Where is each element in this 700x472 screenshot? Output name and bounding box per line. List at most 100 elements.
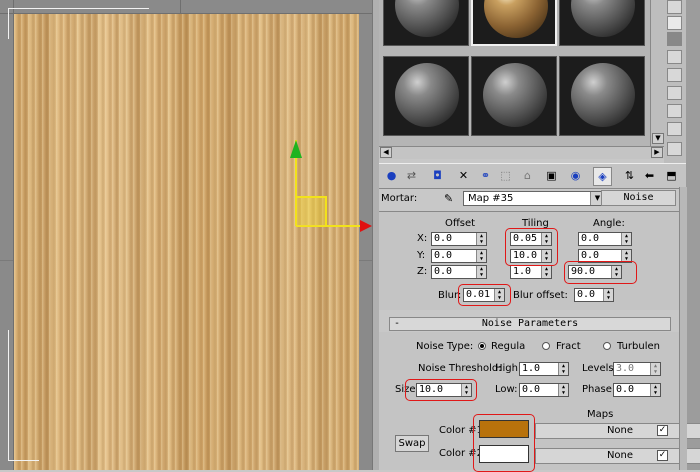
spinner-arrows-icon[interactable]: ▲ ▼ xyxy=(603,289,613,301)
spinner-arrows-icon[interactable]: ▲ ▼ xyxy=(650,384,660,396)
high-spinner[interactable]: 1.0 ▲ ▼ xyxy=(519,362,569,376)
noise-parameters-rollout[interactable]: - Noise Parameters xyxy=(389,317,671,331)
offset-header: Offset xyxy=(445,218,476,229)
sphere-icon xyxy=(395,0,459,37)
backlight-icon[interactable] xyxy=(667,16,682,30)
tiling-xy-highlight xyxy=(505,228,558,266)
material-slot-1[interactable] xyxy=(383,0,469,46)
material-slot-4[interactable] xyxy=(383,56,469,136)
sphere-icon xyxy=(483,63,547,127)
x-label: X: xyxy=(417,233,428,244)
map-type-button[interactable]: Noise xyxy=(601,190,676,206)
spinner-arrows-icon[interactable]: ▲ ▼ xyxy=(476,233,486,245)
material-slot-6[interactable] xyxy=(559,56,645,136)
make-unique-icon[interactable]: ⬚ xyxy=(497,167,514,184)
put-to-library-icon[interactable]: ⌂ xyxy=(519,167,536,184)
tiling-z-spinner[interactable]: 1.0 ▲ ▼ xyxy=(510,265,552,279)
go-to-parent-icon[interactable]: ⇅ xyxy=(621,167,638,184)
gizmo-xy-plane[interactable] xyxy=(297,196,327,226)
material-navigator-icon[interactable] xyxy=(667,142,682,156)
high-label: High: xyxy=(495,363,522,374)
blur-offset-label: Blur offset: xyxy=(513,290,568,301)
levels-value: 3.0 xyxy=(616,363,635,374)
swap-button[interactable]: Swap xyxy=(395,435,429,452)
spinner-arrows-icon[interactable]: ▲ ▼ xyxy=(541,266,551,278)
noise-threshold-label: Noise Threshold: xyxy=(418,363,502,374)
assign-material-icon[interactable]: ◘ xyxy=(429,167,446,184)
sphere-icon xyxy=(571,63,635,127)
material-slots xyxy=(379,0,655,146)
noise-type-fractal-label: Fract xyxy=(556,341,581,352)
noise-type-regular-label: Regula xyxy=(491,341,526,352)
mortar-row: Mortar: ✎ Map #35 ▼ Noise xyxy=(379,189,679,211)
angle-x-spinner[interactable]: 0.0 ▲ ▼ xyxy=(578,232,632,246)
show-map-icon[interactable]: ◉ xyxy=(567,167,584,184)
x-axis-arrow-icon xyxy=(360,220,372,232)
material-slot-3[interactable] xyxy=(559,0,645,46)
rollout-scrollbar[interactable] xyxy=(679,187,687,470)
slots-horizontal-scrollbar[interactable]: ◀ ▶ xyxy=(379,146,664,159)
phase-spinner[interactable]: 0.0 ▲ ▼ xyxy=(613,383,661,397)
blur-offset-spinner[interactable]: 0.0 ▲ ▼ xyxy=(574,288,614,302)
spinner-arrows-icon[interactable]: ▲ ▼ xyxy=(650,363,660,375)
angle-header: Angle: xyxy=(593,218,625,229)
scroll-left-icon[interactable]: ◀ xyxy=(380,147,392,158)
color1-map-button[interactable]: None xyxy=(535,423,700,439)
scroll-right-icon[interactable]: ▶ xyxy=(651,147,663,158)
material-effects-channel-icon[interactable]: ▣ xyxy=(543,167,560,184)
color2-map-checkbox[interactable]: ✓ xyxy=(657,450,668,461)
put-to-scene-icon[interactable]: ⇄ xyxy=(403,167,420,184)
material-slot-2[interactable] xyxy=(471,0,557,46)
wood-texture-plane xyxy=(14,14,359,470)
color2-map-button[interactable]: None xyxy=(535,448,700,464)
make-copy-icon[interactable]: ⚭ xyxy=(477,167,494,184)
reset-map-icon[interactable]: ✕ xyxy=(455,167,472,184)
noise-type-regular-radio[interactable] xyxy=(478,342,486,350)
y-axis-arrow-icon xyxy=(290,140,302,158)
low-spinner[interactable]: 0.0 ▲ ▼ xyxy=(519,383,569,397)
slots-vertical-scrollbar[interactable]: ▼ xyxy=(650,0,665,146)
offset-z-value: 0.0 xyxy=(434,266,453,277)
offset-y-spinner[interactable]: 0.0 ▲ ▼ xyxy=(431,249,487,263)
show-end-result-icon[interactable]: ◈ xyxy=(593,167,612,186)
blur-highlight xyxy=(458,284,511,306)
material-slot-5[interactable] xyxy=(471,56,557,136)
angle-y-value: 0.0 xyxy=(581,250,600,261)
get-material-icon[interactable]: ● xyxy=(383,167,400,184)
phase-value: 0.0 xyxy=(616,384,635,395)
spinner-arrows-icon[interactable]: ▲ ▼ xyxy=(476,266,486,278)
spinner-arrows-icon[interactable]: ▲ ▼ xyxy=(558,363,568,375)
offset-z-spinner[interactable]: 0.0 ▲ ▼ xyxy=(431,265,487,279)
noise-type-turbulence-radio[interactable] xyxy=(603,342,611,350)
offset-y-value: 0.0 xyxy=(434,250,453,261)
scroll-down-icon[interactable]: ▼ xyxy=(652,133,664,144)
colors-highlight xyxy=(473,414,535,472)
levels-spinner[interactable]: 3.0 ▲ ▼ xyxy=(613,362,661,376)
noise-type-fractal-radio[interactable] xyxy=(542,342,550,350)
go-forward-sibling-icon[interactable]: ⬅ xyxy=(641,167,658,184)
perspective-viewport[interactable] xyxy=(0,0,372,470)
video-color-check-icon[interactable] xyxy=(667,68,682,82)
spinner-arrows-icon[interactable]: ▲ ▼ xyxy=(558,384,568,396)
high-value: 1.0 xyxy=(522,363,541,374)
offset-x-spinner[interactable]: 0.0 ▲ ▼ xyxy=(431,232,487,246)
color1-map-checkbox[interactable]: ✓ xyxy=(657,425,668,436)
map-name-field[interactable]: Map #35 ▼ xyxy=(463,191,605,206)
options-icon[interactable] xyxy=(667,104,682,118)
noise-type-turbulence-label: Turbulen xyxy=(617,341,660,352)
sphere-icon xyxy=(395,63,459,127)
eyedropper-icon[interactable]: ✎ xyxy=(444,192,453,205)
map-name-value: Map #35 xyxy=(468,193,514,204)
wood-sphere-icon xyxy=(484,0,548,38)
spinner-arrows-icon[interactable]: ▲ ▼ xyxy=(476,250,486,262)
sample-type-icon[interactable] xyxy=(667,0,682,14)
angle-x-value: 0.0 xyxy=(581,233,600,244)
uv-tiling-icon[interactable] xyxy=(667,50,682,64)
background-icon[interactable] xyxy=(667,32,682,46)
select-by-material-icon[interactable] xyxy=(667,122,682,136)
select-material-icon[interactable]: ⬒ xyxy=(663,167,680,184)
material-editor-toolbar: ● ⇄ ◘ ✕ ⚭ ⬚ ⌂ ▣ ◉ ◈ ⇅ ⬅ ⬒ xyxy=(379,163,686,189)
make-preview-icon[interactable] xyxy=(667,86,682,100)
blur-offset-value: 0.0 xyxy=(577,289,596,300)
spinner-arrows-icon[interactable]: ▲ ▼ xyxy=(621,233,631,245)
